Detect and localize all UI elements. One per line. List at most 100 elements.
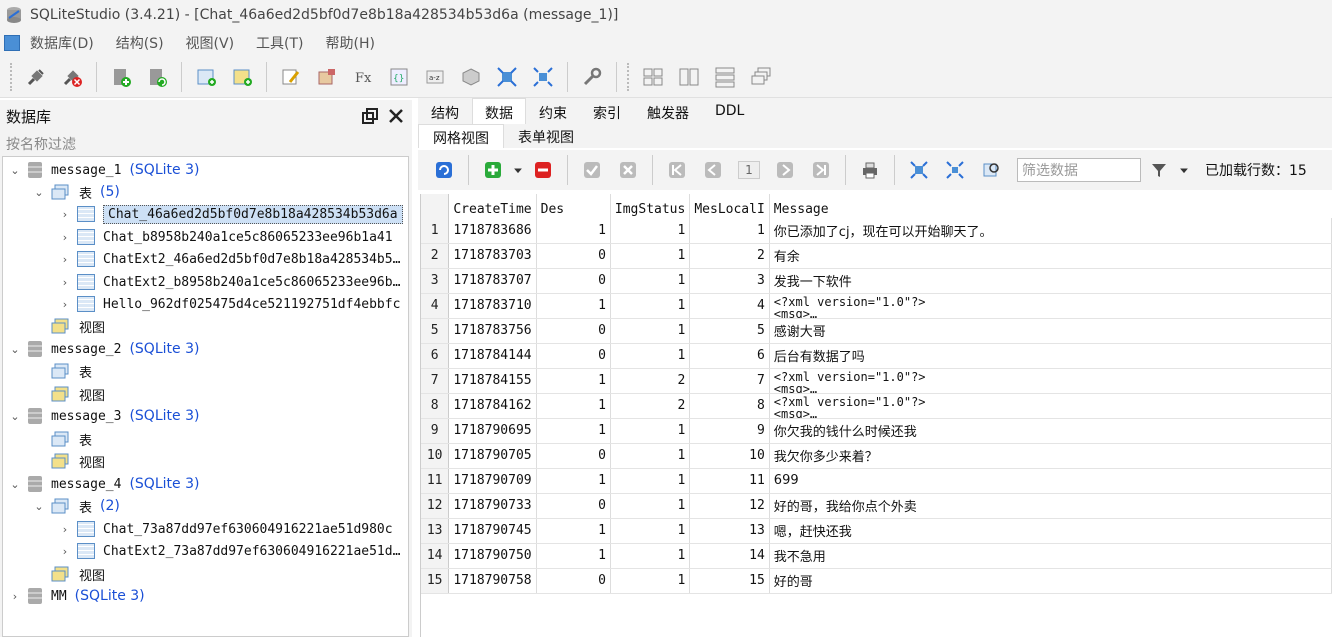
column-header[interactable]: MesLocalI <box>689 194 770 218</box>
create-table-button[interactable] <box>191 62 221 92</box>
cell-message[interactable]: <?xml version="1.0"?> <msg>… <box>769 293 1332 319</box>
cell-meslocalid[interactable]: 11 <box>689 468 770 494</box>
cell-des[interactable]: 0 <box>536 243 611 269</box>
table-row[interactable]: 13 1718790745 1 1 13 嗯，赶快还我 <box>421 518 1332 544</box>
tile-windows-button[interactable] <box>638 62 668 92</box>
tab-constraints[interactable]: 约束 <box>526 98 580 124</box>
cell-message[interactable]: 好的哥 <box>769 568 1332 594</box>
cell-meslocalid[interactable]: 14 <box>689 543 770 569</box>
cell-meslocalid[interactable]: 9 <box>689 418 770 444</box>
cell-imgstatus[interactable]: 1 <box>610 293 691 319</box>
insert-row-dropdown[interactable] <box>511 157 525 183</box>
menu-tools[interactable]: 工具(T) <box>256 33 303 53</box>
filter-mode-dropdown[interactable] <box>1177 157 1191 183</box>
chevron-down-icon[interactable]: ⌄ <box>9 410 21 423</box>
tree-tables-node[interactable]: 表 <box>51 428 92 450</box>
column-header[interactable]: Des <box>536 194 611 218</box>
next-page-button[interactable] <box>772 157 798 183</box>
tree-views-node[interactable]: 视图 <box>51 383 105 405</box>
chevron-right-icon[interactable]: › <box>59 545 71 558</box>
cell-imgstatus[interactable]: 2 <box>610 368 691 394</box>
cell-des[interactable]: 0 <box>536 493 611 519</box>
cell-createtime[interactable]: 1718783686 <box>448 218 537 244</box>
cell-imgstatus[interactable]: 2 <box>610 393 691 419</box>
export-button[interactable] <box>492 62 522 92</box>
cell-message[interactable]: 后台有数据了吗 <box>769 343 1332 369</box>
table-row[interactable]: 15 1718790758 0 1 15 好的哥 <box>421 568 1332 594</box>
chevron-down-icon[interactable]: ⌄ <box>9 343 21 356</box>
tree-table-item[interactable]: › Chat_46a6ed2d5bf0d7e8b18a428534b53d6a <box>59 203 403 225</box>
tab-grid-view[interactable]: 网格视图 <box>418 124 504 148</box>
cascade-button[interactable] <box>746 62 776 92</box>
chevron-down-icon[interactable]: ⌄ <box>33 500 45 513</box>
last-page-button[interactable] <box>808 157 834 183</box>
table-row[interactable]: 3 1718783707 0 1 3 发我一下软件 <box>421 268 1332 294</box>
tree-table-item[interactable]: › ChatExt2_46a6ed2d5bf0d7e8b18a428534b5… <box>59 248 400 270</box>
cell-message[interactable]: 我不急用 <box>769 543 1332 569</box>
cell-imgstatus[interactable]: 1 <box>610 243 691 269</box>
insert-row-button[interactable] <box>480 157 506 183</box>
cell-meslocalid[interactable]: 6 <box>689 343 770 369</box>
cell-createtime[interactable]: 1718784144 <box>448 343 537 369</box>
chevron-right-icon[interactable]: › <box>59 253 71 266</box>
cell-message[interactable]: <?xml version="1.0"?> <msg>… <box>769 393 1332 419</box>
column-header[interactable]: Message <box>769 194 1332 218</box>
cell-message[interactable]: 感谢大哥 <box>769 318 1332 344</box>
connect-db-button[interactable] <box>21 62 51 92</box>
column-header[interactable]: ImgStatus <box>610 194 691 218</box>
create-view-button[interactable] <box>227 62 257 92</box>
tree-table-item[interactable]: › ChatExt2_73a87dd97ef630604916221ae51d… <box>59 540 400 562</box>
tree-table-item[interactable]: › Chat_b8958b240a1ce5c86065233ee96b1a41 <box>59 226 393 248</box>
filter-data-input[interactable]: 筛选数据 <box>1017 158 1141 182</box>
collation-button[interactable]: a-z <box>420 62 450 92</box>
table-row[interactable]: 9 1718790695 1 1 9 你欠我的钱什么时候还我 <box>421 418 1332 444</box>
chevron-right-icon[interactable]: › <box>59 298 71 311</box>
cell-createtime[interactable]: 1718784162 <box>448 393 537 419</box>
functions-button[interactable]: Fx <box>348 62 378 92</box>
collapse-columns-button[interactable] <box>942 157 968 183</box>
tile-vertical-button[interactable] <box>710 62 740 92</box>
cell-imgstatus[interactable]: 1 <box>610 418 691 444</box>
tree-tables-node[interactable]: ⌄ 表 (5) <box>33 181 119 203</box>
table-row[interactable]: 7 1718784155 1 2 7 <?xml version="1.0"?> <msg… <box>421 368 1332 394</box>
commit-button[interactable] <box>579 157 605 183</box>
tab-form-view[interactable]: 表单视图 <box>504 124 588 148</box>
config-button[interactable] <box>577 62 607 92</box>
chevron-down-icon[interactable]: ⌄ <box>33 186 45 199</box>
cell-imgstatus[interactable]: 1 <box>610 218 691 244</box>
cell-meslocalid[interactable]: 2 <box>689 243 770 269</box>
cell-des[interactable]: 1 <box>536 393 611 419</box>
toolbar-grip[interactable] <box>627 62 631 91</box>
cell-message[interactable]: 我欠你多少来着？ <box>769 443 1332 469</box>
table-row[interactable]: 10 1718790705 0 1 10 我欠你多少来着？ <box>421 443 1332 469</box>
cell-message[interactable]: <?xml version="1.0"?> <msg>… <box>769 368 1332 394</box>
cell-meslocalid[interactable]: 12 <box>689 493 770 519</box>
cell-createtime[interactable]: 1718790709 <box>448 468 537 494</box>
cell-imgstatus[interactable]: 1 <box>610 268 691 294</box>
tree-tables-node[interactable]: 表 <box>51 360 92 382</box>
cell-des[interactable]: 0 <box>536 318 611 344</box>
cell-createtime[interactable]: 1718790758 <box>448 568 537 594</box>
chevron-right-icon[interactable]: › <box>59 208 71 221</box>
cell-message[interactable]: 699 <box>769 468 1332 494</box>
cell-meslocalid[interactable]: 5 <box>689 318 770 344</box>
cell-meslocalid[interactable]: 8 <box>689 393 770 419</box>
tree-table-item[interactable]: › Hello_962df025475d4ce521192751df4ebbfc <box>59 293 400 315</box>
cell-meslocalid[interactable]: 13 <box>689 518 770 544</box>
cell-imgstatus[interactable]: 1 <box>610 493 691 519</box>
chevron-right-icon[interactable]: › <box>59 276 71 289</box>
refresh-db-button[interactable] <box>142 62 172 92</box>
cell-meslocalid[interactable]: 1 <box>689 218 770 244</box>
cell-des[interactable]: 0 <box>536 568 611 594</box>
float-panel-icon[interactable] <box>362 108 378 124</box>
close-panel-icon[interactable] <box>388 108 404 124</box>
rollback-button[interactable] <box>615 157 641 183</box>
tree-views-node[interactable]: 视图 <box>51 450 105 472</box>
cell-imgstatus[interactable]: 1 <box>610 318 691 344</box>
table-row[interactable]: 5 1718783756 0 1 5 感谢大哥 <box>421 318 1332 344</box>
menu-help[interactable]: 帮助(H) <box>326 33 375 53</box>
cell-createtime[interactable]: 1718790695 <box>448 418 537 444</box>
tile-horizontal-button[interactable] <box>674 62 704 92</box>
cell-meslocalid[interactable]: 15 <box>689 568 770 594</box>
table-row[interactable]: 4 1718783710 1 1 4 <?xml version="1.0"?> <msg… <box>421 293 1332 319</box>
